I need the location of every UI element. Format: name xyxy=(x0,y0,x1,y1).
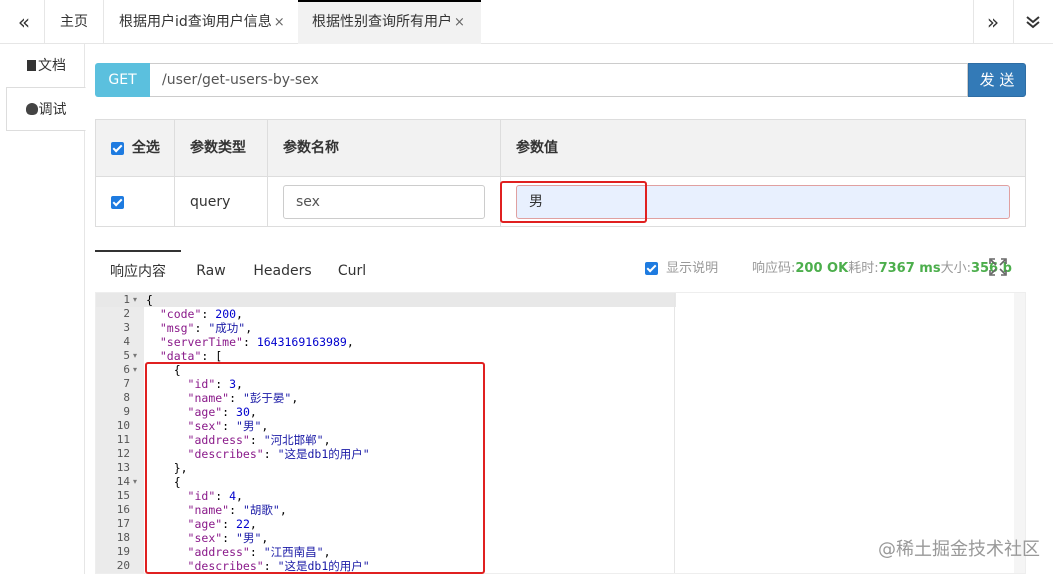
line-number: 15 xyxy=(116,489,130,502)
tab-bar: « 主页 根据用户id查询用户信息 × 根据性别查询所有用户 × » xyxy=(0,0,1053,44)
param-type-header: 参数类型 xyxy=(190,140,246,156)
tab-raw[interactable]: Raw xyxy=(185,250,237,292)
line-number: 13 xyxy=(116,461,130,474)
show-description-label: 显示说明 xyxy=(666,261,719,276)
line-number: 16 xyxy=(116,503,130,516)
select-all-label: 全选 xyxy=(131,140,160,156)
param-type-cell: query xyxy=(190,194,231,210)
line-number: 7 xyxy=(123,377,130,390)
line-number: 14 xyxy=(116,475,130,488)
code-line: "code": 200, xyxy=(159,307,243,321)
line-number: 17 xyxy=(116,517,130,530)
line-number: 3 xyxy=(123,321,130,334)
param-row-checkbox[interactable] xyxy=(111,195,124,209)
param-name-header: 参数名称 xyxy=(283,140,339,156)
bug-icon xyxy=(25,103,38,115)
param-value-header: 参数值 xyxy=(516,140,558,156)
code-line: "serverTime": 1643169163989, xyxy=(159,335,354,349)
send-button[interactable]: 发 送 xyxy=(968,63,1026,97)
response-status: 响应码:200 OK耗时:7367 ms大小:356 b xyxy=(752,259,1012,279)
sidebar: 文档 调试 xyxy=(0,44,86,574)
line-number: 2 xyxy=(123,307,130,320)
line-number: 19 xyxy=(116,545,130,558)
scrollbar[interactable] xyxy=(1014,293,1025,573)
show-description-toggle[interactable]: 显示说明 xyxy=(645,259,718,279)
sidebar-item-debug[interactable]: 调试 xyxy=(6,87,86,131)
line-number: 4 xyxy=(123,335,130,348)
close-icon[interactable]: × xyxy=(274,15,285,30)
status-code: 200 OK xyxy=(795,261,849,276)
line-number: 5 xyxy=(123,349,130,362)
fullscreen-icon[interactable] xyxy=(989,258,1007,276)
fold-toggle-icon[interactable]: ▾ xyxy=(133,293,137,307)
line-number: 9 xyxy=(123,405,130,418)
tab-response-content[interactable]: 响应内容 xyxy=(95,250,181,292)
time-value: 7367 ms xyxy=(878,261,941,276)
time-label: 耗时: xyxy=(848,261,879,276)
line-number: 10 xyxy=(116,419,130,432)
code-line: "msg": "成功", xyxy=(159,321,253,335)
highlight-box xyxy=(500,181,647,223)
tab-label: 根据用户id查询用户信息 xyxy=(119,14,272,30)
status-label: 响应码: xyxy=(752,261,796,276)
select-all-header[interactable]: 全选 xyxy=(111,120,160,177)
close-icon[interactable]: × xyxy=(454,15,465,30)
sidebar-item-label: 文档 xyxy=(38,58,66,74)
tab-label: 根据性别查询所有用户 xyxy=(312,14,452,30)
params-table: 全选 参数类型 参数名称 参数值 query sex 男 xyxy=(95,119,1026,227)
url-input[interactable]: /user/get-users-by-sex xyxy=(150,63,968,97)
fold-toggle-icon[interactable]: ▾ xyxy=(133,363,137,377)
active-line xyxy=(96,293,676,307)
fold-toggle-icon[interactable]: ▾ xyxy=(133,475,137,489)
chevron-double-down-icon xyxy=(1026,16,1040,29)
line-number: 18 xyxy=(116,531,130,544)
line-number: 8 xyxy=(123,391,130,404)
code-line: { xyxy=(146,293,153,307)
scroll-tabs-right-icon[interactable]: » xyxy=(973,0,1013,44)
sidebar-item-docs[interactable]: 文档 xyxy=(8,44,85,88)
tab-get-user-by-id[interactable]: 根据用户id查询用户信息 × xyxy=(119,0,285,44)
highlight-box-data xyxy=(145,362,485,574)
tab-curl[interactable]: Curl xyxy=(327,250,377,292)
tab-headers[interactable]: Headers xyxy=(245,250,320,292)
select-all-checkbox[interactable] xyxy=(111,141,124,155)
expand-icon xyxy=(989,258,1007,276)
collapse-menu-icon[interactable] xyxy=(1013,0,1053,44)
code-line: "data": [ xyxy=(159,349,223,363)
scroll-tabs-left-icon[interactable]: « xyxy=(4,0,44,44)
sidebar-item-label: 调试 xyxy=(38,102,67,118)
tab-get-users-by-sex[interactable]: 根据性别查询所有用户 × xyxy=(298,0,481,44)
show-description-checkbox[interactable] xyxy=(645,262,658,275)
param-name-input[interactable]: sex xyxy=(283,185,485,219)
document-icon xyxy=(27,60,36,71)
line-number: 11 xyxy=(116,433,130,446)
tab-label: 主页 xyxy=(60,14,88,30)
http-method-badge: GET xyxy=(95,63,150,97)
line-number: 20 xyxy=(116,559,130,572)
size-label: 大小: xyxy=(940,261,971,276)
print-margin xyxy=(674,293,675,573)
line-number: 6 xyxy=(123,363,130,376)
param-row-checkbox-cell xyxy=(111,177,124,227)
line-number: 12 xyxy=(116,447,130,460)
fold-toggle-icon[interactable]: ▾ xyxy=(133,349,137,363)
tab-home[interactable]: 主页 xyxy=(60,0,88,44)
watermark: @稀土掘金技术社区 xyxy=(878,539,1040,560)
line-number: 1 xyxy=(123,293,130,306)
